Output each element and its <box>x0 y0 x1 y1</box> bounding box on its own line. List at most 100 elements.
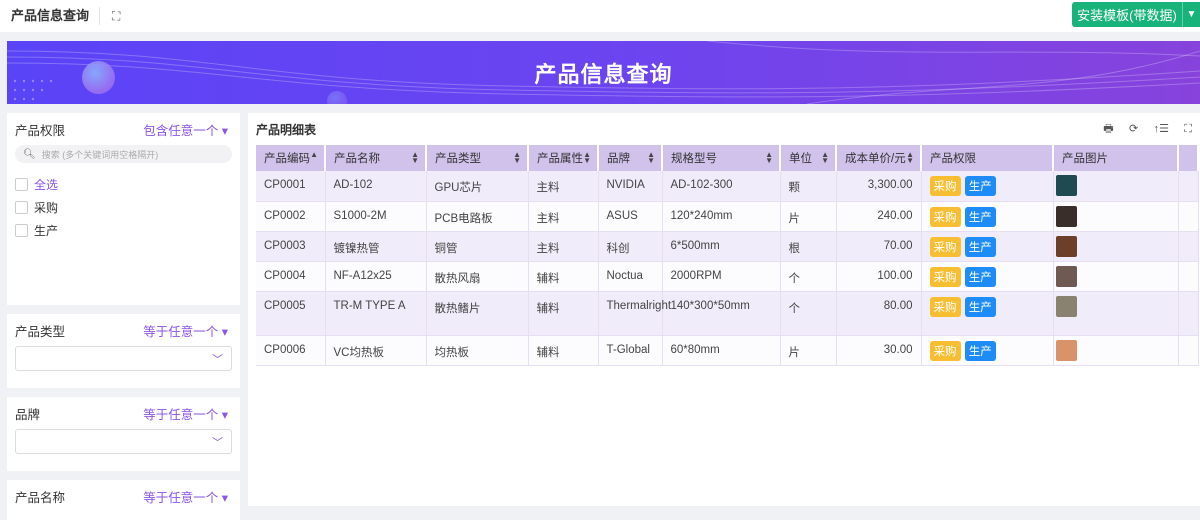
cell-image <box>1053 261 1179 292</box>
permission-tag: 生产 <box>964 296 996 317</box>
table-row[interactable]: CP0001 AD-102 GPU芯片 主料 NVIDIA AD-102-300 颗 3,30… <box>256 171 1199 202</box>
column-header[interactable]: 规格型号 ▲ ▼ <box>662 145 781 171</box>
filter-search-input[interactable]: 🔍︎ 搜索 (多个关键词用空格隔开) <box>15 145 232 163</box>
table-row[interactable]: CP0006 VC均热板 均热板 辅料 T-Global 60*80mm 片 30.00 采购 … <box>256 335 1199 366</box>
brand-select[interactable]: ﹀ <box>15 429 232 454</box>
checkbox[interactable] <box>15 200 28 214</box>
filter-mode-dropdown[interactable]: 等于任意一个 ▾ <box>143 404 228 423</box>
filter-label: 品牌 <box>15 407 41 422</box>
cell-spacer <box>1178 291 1199 336</box>
product-type-select[interactable]: ﹀ <box>15 346 232 371</box>
cell-unit: 个 <box>780 291 837 336</box>
sort-icon[interactable]: ▲ ▼ <box>821 151 829 165</box>
column-header-label: 规格型号 <box>671 153 717 165</box>
column-header[interactable]: 产品权限 <box>921 145 1054 171</box>
cell-spacer <box>1178 201 1199 232</box>
product-table: 产品编码 ▲ 产品名称 ▲ ▼ 产品类型 ▲ ▼ 产品属性 ▲ ▼ 品牌 ▲ ▼ 规格型号 ▲ ▼ 单位… <box>256 145 1199 366</box>
product-thumbnail[interactable] <box>1055 339 1077 361</box>
sort-icon[interactable]: ▲ ▼ <box>765 151 773 165</box>
permission-tag: 采购 <box>929 296 961 317</box>
column-header[interactable]: 产品编码 ▲ <box>256 145 326 171</box>
checkbox[interactable] <box>15 223 28 237</box>
permission-tag: 采购 <box>929 340 961 361</box>
filter-mode-label: 包含任意一个 <box>143 123 219 138</box>
sort-icon[interactable]: ↑☰ <box>1154 123 1169 135</box>
permission-tag: 采购 <box>929 266 961 287</box>
table-row[interactable]: CP0005 TR-M TYPE A 散热鳍片 辅料 Thermalright 140*3… <box>256 291 1199 336</box>
cell-image <box>1053 291 1179 336</box>
table-row[interactable]: CP0004 NF-A12x25 散热风扇 辅料 Noctua 2000RPM 个 100.0… <box>256 261 1199 292</box>
column-header[interactable]: 产品名称 ▲ ▼ <box>325 145 427 171</box>
cell-brand: Thermalright <box>598 291 671 336</box>
column-header[interactable]: 品牌 ▲ ▼ <box>598 145 663 171</box>
cell-spec: 2000RPM <box>662 261 781 292</box>
cell-spacer <box>1178 171 1199 202</box>
filter-mode-dropdown[interactable]: 等于任意一个 ▾ <box>143 487 228 506</box>
filter-product-name: 产品名称 等于任意一个 ▾ <box>7 480 240 520</box>
product-table-panel: 产品明细表 🖶 ⟳ ↑☰ ⛶ 产品编码 ▲ 产品名称 ▲ ▼ 产品类型 ▲ ▼ 产品属性 ▲ … <box>248 113 1200 506</box>
filter-mode-dropdown[interactable]: 包含任意一个 ▾ <box>143 120 228 139</box>
cell-permissions: 采购 生产 <box>921 291 1054 336</box>
filter-label: 产品类型 <box>15 324 66 339</box>
fullscreen-icon[interactable]: ⛶ <box>1184 123 1192 135</box>
product-thumbnail[interactable] <box>1055 175 1077 196</box>
permission-tag: 采购 <box>929 236 961 257</box>
cell-unit: 颗 <box>780 171 837 202</box>
product-thumbnail[interactable] <box>1055 265 1077 287</box>
column-header[interactable]: 产品图片 <box>1053 145 1179 171</box>
sort-icon[interactable]: ▲ ▼ <box>906 151 914 165</box>
cell-type: 均热板 <box>426 335 529 366</box>
chevron-down-icon[interactable]: ▼ <box>1182 2 1200 27</box>
cell-price: 80.00 <box>836 291 922 336</box>
top-bar: 产品信息查询 ⛶ 安装模板(带数据) ▼ <box>0 0 1200 32</box>
sort-icon[interactable]: ▲ ▼ <box>647 151 655 165</box>
checkbox[interactable] <box>15 177 28 191</box>
product-thumbnail[interactable] <box>1055 295 1077 317</box>
permission-tag: 采购 <box>929 206 961 227</box>
sort-icon[interactable]: ▲ ▼ <box>513 151 521 165</box>
cell-price: 100.00 <box>836 261 922 292</box>
cell-spacer <box>1178 231 1199 262</box>
cell-code: CP0001 <box>256 171 326 202</box>
sort-icon[interactable]: ▲ ▼ <box>411 151 419 165</box>
banner-title: 产品信息查询 <box>534 61 673 87</box>
filter-mode-dropdown[interactable]: 等于任意一个 ▾ <box>143 321 228 340</box>
column-header[interactable]: 单位 ▲ ▼ <box>780 145 837 171</box>
cell-spec: 120*240mm <box>662 201 781 232</box>
column-header-label: 单位 <box>789 153 812 165</box>
checkbox-select-all[interactable]: 全选 <box>15 176 232 192</box>
table-row[interactable]: CP0002 S1000-2M PCB电路板 主料 ASUS 120*240mm 片 240.… <box>256 201 1199 232</box>
sort-icon[interactable]: ▲ <box>310 151 318 159</box>
refresh-icon[interactable]: ⟳ <box>1129 123 1138 135</box>
permission-tag: 生产 <box>964 176 996 196</box>
checkbox-production[interactable]: 生产 <box>15 222 232 238</box>
column-header[interactable]: 产品类型 ▲ ▼ <box>426 145 529 171</box>
cell-brand: ASUS <box>598 201 663 232</box>
cell-type: 散热鳍片 <box>426 291 529 336</box>
cell-type: GPU芯片 <box>426 171 529 202</box>
product-thumbnail[interactable] <box>1055 235 1077 257</box>
filter-product-type: 产品类型 等于任意一个 ▾ ﹀ <box>7 314 240 388</box>
cell-spec: AD-102-300 <box>662 171 781 202</box>
install-template-button[interactable]: 安装模板(带数据) <box>1072 2 1182 27</box>
filter-mode-label: 等于任意一个 <box>143 407 219 422</box>
sort-icon[interactable]: ▲ ▼ <box>583 151 591 165</box>
column-header-label: 产品类型 <box>435 153 481 165</box>
column-header[interactable]: 成本单价/元 ▲ ▼ <box>836 145 922 171</box>
checkbox-label: 采购 <box>34 200 59 215</box>
checkbox-purchase[interactable]: 采购 <box>15 199 232 215</box>
fullscreen-icon[interactable]: ⛶ <box>112 9 120 24</box>
table-row[interactable]: CP0003 镀镍热管 铜管 主料 科创 6*500mm 根 70.00 采购 生产 <box>256 231 1199 262</box>
install-template-button-group: 安装模板(带数据) ▼ <box>1072 2 1200 27</box>
filter-mode-label: 等于任意一个 <box>143 490 219 505</box>
product-thumbnail[interactable] <box>1055 205 1077 227</box>
column-header[interactable]: 产品属性 ▲ ▼ <box>528 145 599 171</box>
cell-brand: NVIDIA <box>598 171 663 202</box>
column-header-label: 产品权限 <box>930 153 976 165</box>
page-title: 产品信息查询 <box>11 7 101 25</box>
cell-type: 铜管 <box>426 231 529 262</box>
print-icon[interactable]: 🖶 <box>1103 123 1113 135</box>
permission-tag: 生产 <box>964 206 996 227</box>
checkbox-label: 生产 <box>34 223 59 238</box>
cell-spec: 6*500mm <box>662 231 781 262</box>
